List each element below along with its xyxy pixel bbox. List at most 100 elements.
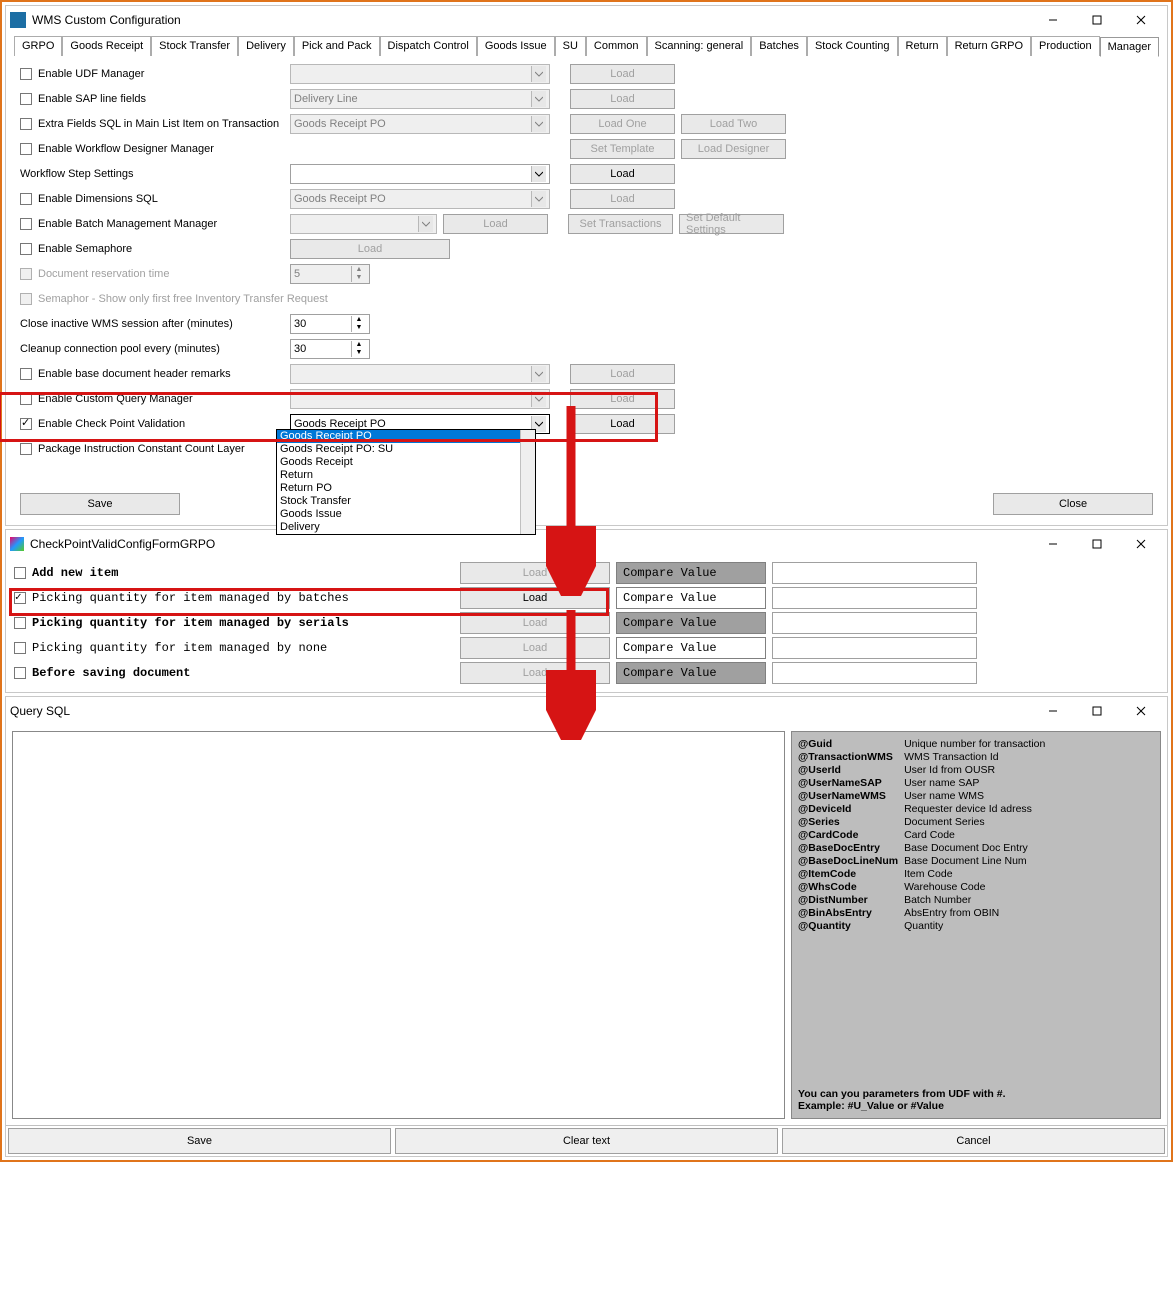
value-input[interactable]	[772, 562, 977, 584]
dropdown-udf[interactable]	[290, 64, 550, 84]
load-sema[interactable]: Load	[290, 239, 450, 259]
qs-clear-button[interactable]: Clear text	[395, 1128, 778, 1154]
minimize-button-2[interactable]	[1031, 532, 1075, 556]
close-button-footer[interactable]: Close	[993, 493, 1153, 515]
load-one-button[interactable]: Load One	[570, 114, 675, 134]
dropdown-cqm[interactable]	[290, 389, 550, 409]
value-input[interactable]	[772, 637, 977, 659]
qs-cancel-button[interactable]: Cancel	[782, 1128, 1165, 1154]
sql-editor[interactable]	[12, 731, 785, 1119]
compare-value-box[interactable]: Compare Value	[616, 612, 766, 634]
set-transactions-button[interactable]: Set Transactions	[568, 214, 673, 234]
compare-value-box[interactable]: Compare Value	[616, 562, 766, 584]
set-default-settings-button[interactable]: Set Default Settings	[679, 214, 784, 234]
dropdown-batchmgr[interactable]	[290, 214, 437, 234]
tab-return[interactable]: Return	[898, 36, 947, 56]
checkbox-sema[interactable]	[20, 243, 32, 255]
tab-goods-receipt[interactable]: Goods Receipt	[62, 36, 151, 56]
value-input[interactable]	[772, 662, 977, 684]
qs-save-button[interactable]: Save	[8, 1128, 391, 1154]
tab-scanning-general[interactable]: Scanning: general	[647, 36, 752, 56]
save-button[interactable]: Save	[20, 493, 180, 515]
checkpoint-checkbox[interactable]	[14, 642, 26, 654]
load-udf[interactable]: Load	[570, 64, 675, 84]
dropdown-option[interactable]: Goods Issue	[277, 508, 535, 521]
checkpoint-load-button[interactable]: Load	[460, 587, 610, 609]
load-cpv[interactable]: Load	[570, 414, 675, 434]
checkpoint-checkbox[interactable]	[14, 617, 26, 629]
minimize-button-3[interactable]	[1031, 699, 1075, 723]
load-wfss[interactable]: Load	[570, 164, 675, 184]
maximize-button-3[interactable]	[1075, 699, 1119, 723]
tab-return-grpo[interactable]: Return GRPO	[947, 36, 1031, 56]
tab-stock-counting[interactable]: Stock Counting	[807, 36, 898, 56]
maximize-button-2[interactable]	[1075, 532, 1119, 556]
tab-delivery[interactable]: Delivery	[238, 36, 294, 56]
minimize-button[interactable]	[1031, 8, 1075, 32]
close-button-2[interactable]	[1119, 532, 1163, 556]
checkpoint-load-button[interactable]: Load	[460, 662, 610, 684]
dropdown-option[interactable]: Stock Transfer	[277, 495, 535, 508]
value-input[interactable]	[772, 612, 977, 634]
load-dims[interactable]: Load	[570, 189, 675, 209]
checkpoint-load-button[interactable]: Load	[460, 562, 610, 584]
load-two-button[interactable]: Load Two	[681, 114, 786, 134]
checkbox-cpv[interactable]	[20, 418, 32, 430]
load-batchmgr[interactable]: Load	[443, 214, 548, 234]
dropdown-option[interactable]: Goods Receipt	[277, 456, 535, 469]
checkpoint-checkbox[interactable]	[14, 567, 26, 579]
dropdown-option[interactable]: Goods Receipt PO: SU	[277, 443, 535, 456]
spinner-docres[interactable]: 5▲▼	[290, 264, 370, 284]
checkbox-pkg[interactable]	[20, 443, 32, 455]
tab-dispatch-control[interactable]: Dispatch Control	[380, 36, 477, 56]
checkbox-basedoc[interactable]	[20, 368, 32, 380]
compare-value-box[interactable]: Compare Value	[616, 587, 766, 609]
dropdown-dims[interactable]: Goods Receipt PO	[290, 189, 550, 209]
label-dims: Enable Dimensions SQL	[38, 193, 158, 205]
checkpoint-checkbox[interactable]	[14, 592, 26, 604]
tab-su[interactable]: SU	[555, 36, 586, 56]
dropdown-scrollbar[interactable]	[520, 430, 535, 534]
checkbox-dims[interactable]	[20, 193, 32, 205]
dropdown-wfss[interactable]	[290, 164, 550, 184]
dropdown-cpv-list[interactable]: Goods Receipt POGoods Receipt PO: SUGood…	[276, 429, 536, 535]
wms-config-window: WMS Custom Configuration GRPOGoods Recei…	[5, 5, 1168, 526]
checkbox-wfdm[interactable]	[20, 143, 32, 155]
tab-common[interactable]: Common	[586, 36, 647, 56]
tab-production[interactable]: Production	[1031, 36, 1100, 56]
tab-manager[interactable]: Manager	[1100, 37, 1159, 57]
tab-batches[interactable]: Batches	[751, 36, 807, 56]
load-cqm[interactable]: Load	[570, 389, 675, 409]
checkbox-extra[interactable]	[20, 118, 32, 130]
compare-value-box[interactable]: Compare Value	[616, 637, 766, 659]
tab-goods-issue[interactable]: Goods Issue	[477, 36, 555, 56]
checkbox-udf[interactable]	[20, 68, 32, 80]
load-sap[interactable]: Load	[570, 89, 675, 109]
maximize-button[interactable]	[1075, 8, 1119, 32]
compare-value-box[interactable]: Compare Value	[616, 662, 766, 684]
load-designer-button[interactable]: Load Designer	[681, 139, 786, 159]
dropdown-option[interactable]: Goods Receipt PO	[277, 430, 535, 443]
dropdown-option[interactable]: Return PO	[277, 482, 535, 495]
spinner-closewms[interactable]: 30▲▼	[290, 314, 370, 334]
spinner-cleanup[interactable]: 30▲▼	[290, 339, 370, 359]
checkpoint-load-button[interactable]: Load	[460, 612, 610, 634]
load-basedoc[interactable]: Load	[570, 364, 675, 384]
close-button-3[interactable]	[1119, 699, 1163, 723]
dropdown-sap[interactable]: Delivery Line	[290, 89, 550, 109]
dropdown-basedoc[interactable]	[290, 364, 550, 384]
dropdown-option[interactable]: Return	[277, 469, 535, 482]
checkpoint-checkbox[interactable]	[14, 667, 26, 679]
set-template-button[interactable]: Set Template	[570, 139, 675, 159]
checkpoint-load-button[interactable]: Load	[460, 637, 610, 659]
tab-stock-transfer[interactable]: Stock Transfer	[151, 36, 238, 56]
checkbox-batchmgr[interactable]	[20, 218, 32, 230]
tab-grpo[interactable]: GRPO	[14, 36, 62, 56]
value-input[interactable]	[772, 587, 977, 609]
dropdown-option[interactable]: Delivery	[277, 521, 535, 534]
close-button[interactable]	[1119, 8, 1163, 32]
dropdown-extra[interactable]: Goods Receipt PO	[290, 114, 550, 134]
tab-pick-and-pack[interactable]: Pick and Pack	[294, 36, 380, 56]
checkbox-cqm[interactable]	[20, 393, 32, 405]
checkbox-sap[interactable]	[20, 93, 32, 105]
